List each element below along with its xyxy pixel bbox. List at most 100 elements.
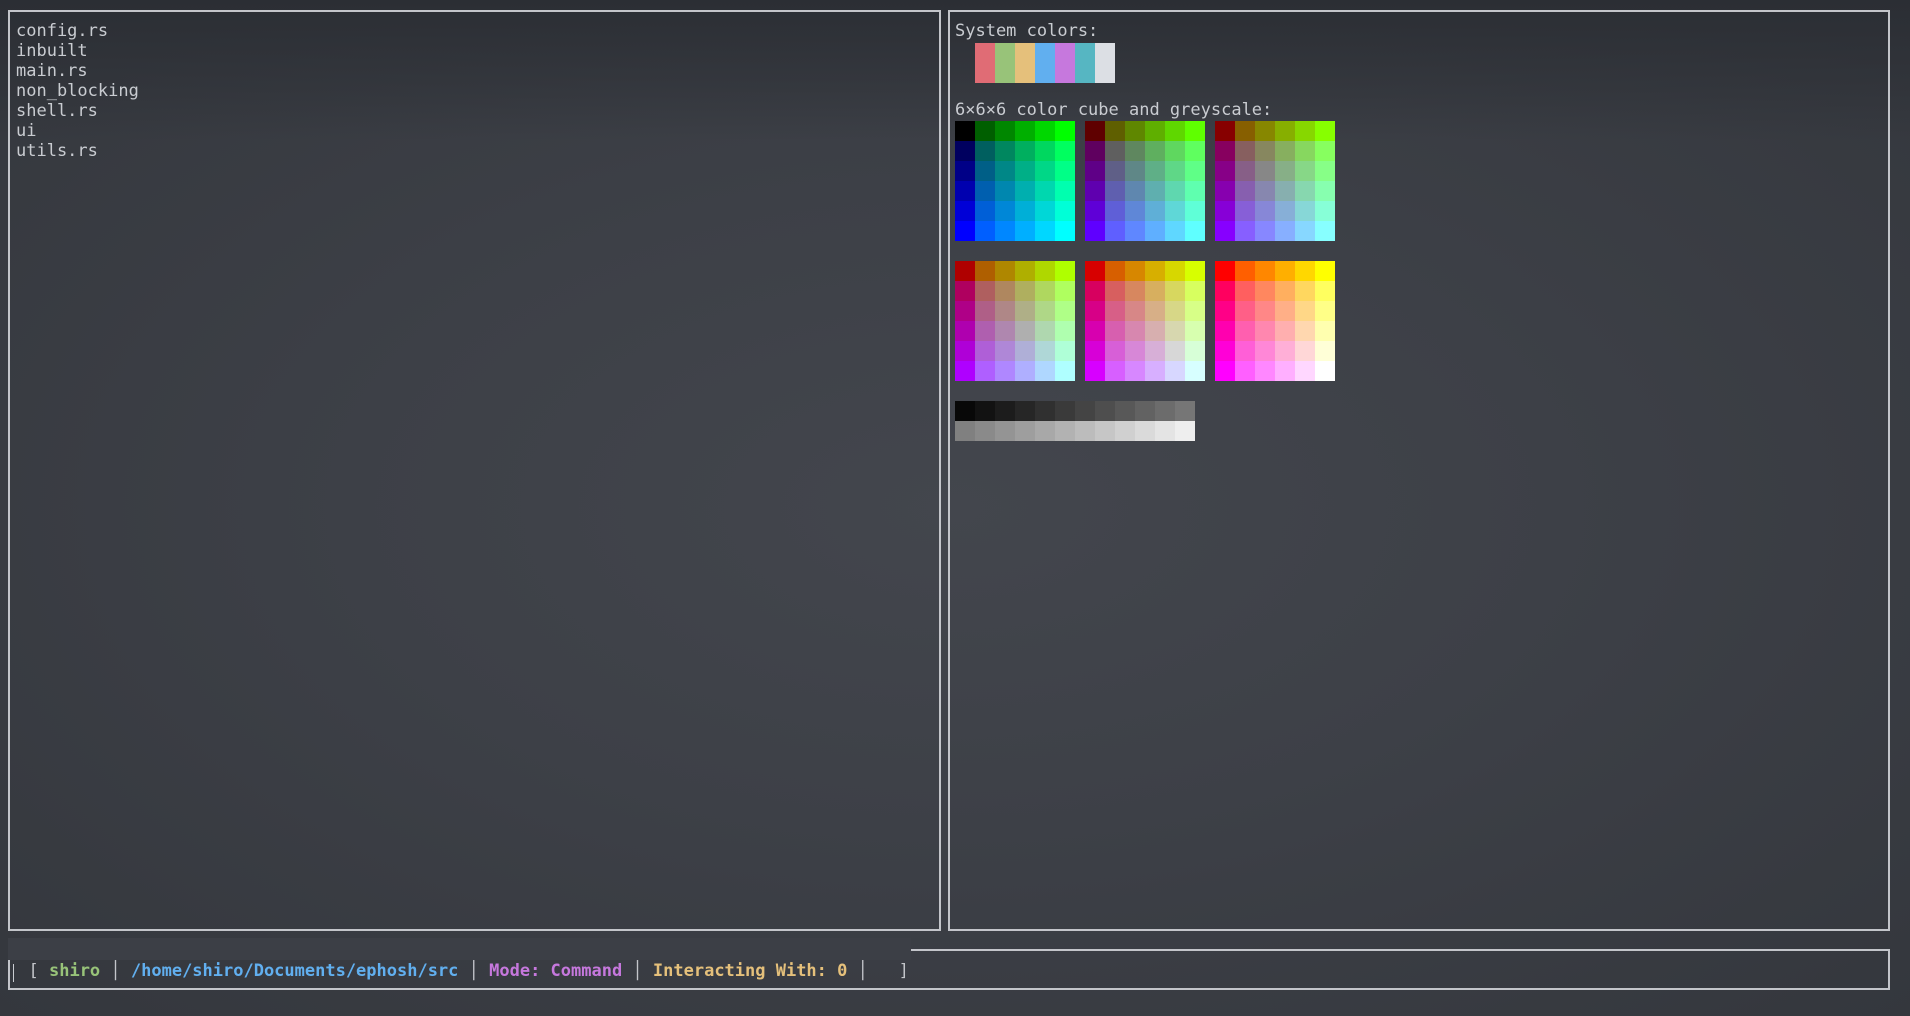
color-cube-cell <box>955 281 975 301</box>
command-input[interactable] <box>12 960 1884 988</box>
color-cube-cell <box>1035 181 1055 201</box>
color-cube-block <box>1085 121 1205 241</box>
color-cube-cell <box>1275 261 1295 281</box>
color-cube-cell <box>1035 321 1055 341</box>
greyscale-cell <box>1055 401 1075 421</box>
color-cube-cell <box>1055 141 1075 161</box>
color-cube-cell <box>1215 121 1235 141</box>
color-cube-cell <box>1105 161 1125 181</box>
color-cube-cell <box>995 201 1015 221</box>
color-cube-cell <box>1015 321 1035 341</box>
color-cube-cell <box>1275 221 1295 241</box>
color-cube-cell <box>1145 321 1165 341</box>
greyscale-cell <box>1175 401 1195 421</box>
color-cube-cell <box>1255 361 1275 381</box>
file-list-item[interactable]: shell.rs <box>16 101 139 121</box>
file-list-pane: config.rs inbuilt main.rs non_blocking s… <box>8 10 941 931</box>
color-cube-cell <box>1085 361 1105 381</box>
color-cube-cell <box>1315 181 1335 201</box>
color-cube-cell <box>955 181 975 201</box>
color-cube-cell <box>1255 161 1275 181</box>
color-cube-cell <box>1055 321 1075 341</box>
color-cube-cell <box>1255 141 1275 161</box>
color-cube-cell <box>1015 261 1035 281</box>
status-bar: [ shiro │ /home/shiro/Documents/ephosh/s… <box>8 938 911 981</box>
color-cube-cell <box>1215 321 1235 341</box>
color-cube-cell <box>1255 221 1275 241</box>
color-cube-cell <box>1255 121 1275 141</box>
color-cube-cell <box>1085 141 1105 161</box>
color-cube-cell <box>1185 201 1205 221</box>
color-cube-cell <box>1255 341 1275 361</box>
system-color-swatch <box>1035 43 1055 83</box>
greyscale-cell <box>955 401 975 421</box>
color-cube-cell <box>1055 301 1075 321</box>
greyscale-cell <box>1015 421 1035 441</box>
color-cube-cell <box>1165 261 1185 281</box>
color-cube-cell <box>1035 161 1055 181</box>
color-cube-cell <box>1315 201 1335 221</box>
color-cube-cell <box>1035 301 1055 321</box>
color-cube-cell <box>1185 301 1205 321</box>
color-cube-cell <box>1165 121 1185 141</box>
color-cube-cell <box>1055 361 1075 381</box>
color-cube-cell <box>1255 201 1275 221</box>
file-list-item[interactable]: non_blocking <box>16 81 139 101</box>
greyscale-cell <box>1155 421 1175 441</box>
color-cube-cell <box>1125 161 1145 181</box>
color-cube-cell <box>955 221 975 241</box>
color-cube-cell <box>1015 201 1035 221</box>
color-cube-cell <box>1015 181 1035 201</box>
color-cube-cell <box>1125 221 1145 241</box>
color-cube-cell <box>1035 261 1055 281</box>
greyscale-cell <box>1155 401 1175 421</box>
color-cube-cell <box>1105 361 1125 381</box>
file-list-item[interactable]: utils.rs <box>16 141 139 161</box>
color-cube-cell <box>1035 221 1055 241</box>
system-color-swatch <box>1075 43 1095 83</box>
color-cube-cell <box>1295 161 1315 181</box>
color-cube-cell <box>1105 121 1125 141</box>
color-cube-cell <box>1215 181 1235 201</box>
color-cube-cell <box>975 121 995 141</box>
color-cube-cell <box>1125 121 1145 141</box>
color-cube-cell <box>975 321 995 341</box>
color-cube-cell <box>1185 121 1205 141</box>
file-list-item[interactable]: config.rs <box>16 21 139 41</box>
system-color-swatch <box>1055 43 1075 83</box>
color-cube-cell <box>995 321 1015 341</box>
color-cube-cell <box>1035 141 1055 161</box>
greyscale-cell <box>1135 401 1155 421</box>
color-cube-cell <box>975 361 995 381</box>
color-cube-cell <box>975 301 995 321</box>
color-cube-cell <box>1105 261 1125 281</box>
color-cube-cell <box>1165 221 1185 241</box>
color-cube-cell <box>975 181 995 201</box>
greyscale-cell <box>955 421 975 441</box>
color-cube-cell <box>1085 181 1105 201</box>
color-cube-cell <box>1315 221 1335 241</box>
file-list-item[interactable]: inbuilt <box>16 41 139 61</box>
color-cube-cell <box>1275 141 1295 161</box>
color-cube-cell <box>1185 321 1205 341</box>
color-cube-cell <box>1105 221 1125 241</box>
color-cube-cell <box>975 341 995 361</box>
color-cube-cell <box>975 161 995 181</box>
color-cube-cell <box>1035 281 1055 301</box>
color-cube-cell <box>1235 261 1255 281</box>
color-cube-cell <box>1295 141 1315 161</box>
color-cube-cell <box>1125 261 1145 281</box>
color-cube-cell <box>1015 341 1035 361</box>
color-cube-cell <box>1235 201 1255 221</box>
color-cube-cell <box>1255 301 1275 321</box>
file-list-item[interactable]: main.rs <box>16 61 139 81</box>
color-cube-cell <box>1035 201 1055 221</box>
file-list-item[interactable]: ui <box>16 121 139 141</box>
color-cube-cell <box>995 141 1015 161</box>
color-cube-cell <box>1295 321 1315 341</box>
color-cube-cell <box>1145 301 1165 321</box>
color-cube-cell <box>1235 341 1255 361</box>
color-cube-cell <box>1105 141 1125 161</box>
color-cube-cell <box>1015 121 1035 141</box>
color-cube-cell <box>1275 161 1295 181</box>
